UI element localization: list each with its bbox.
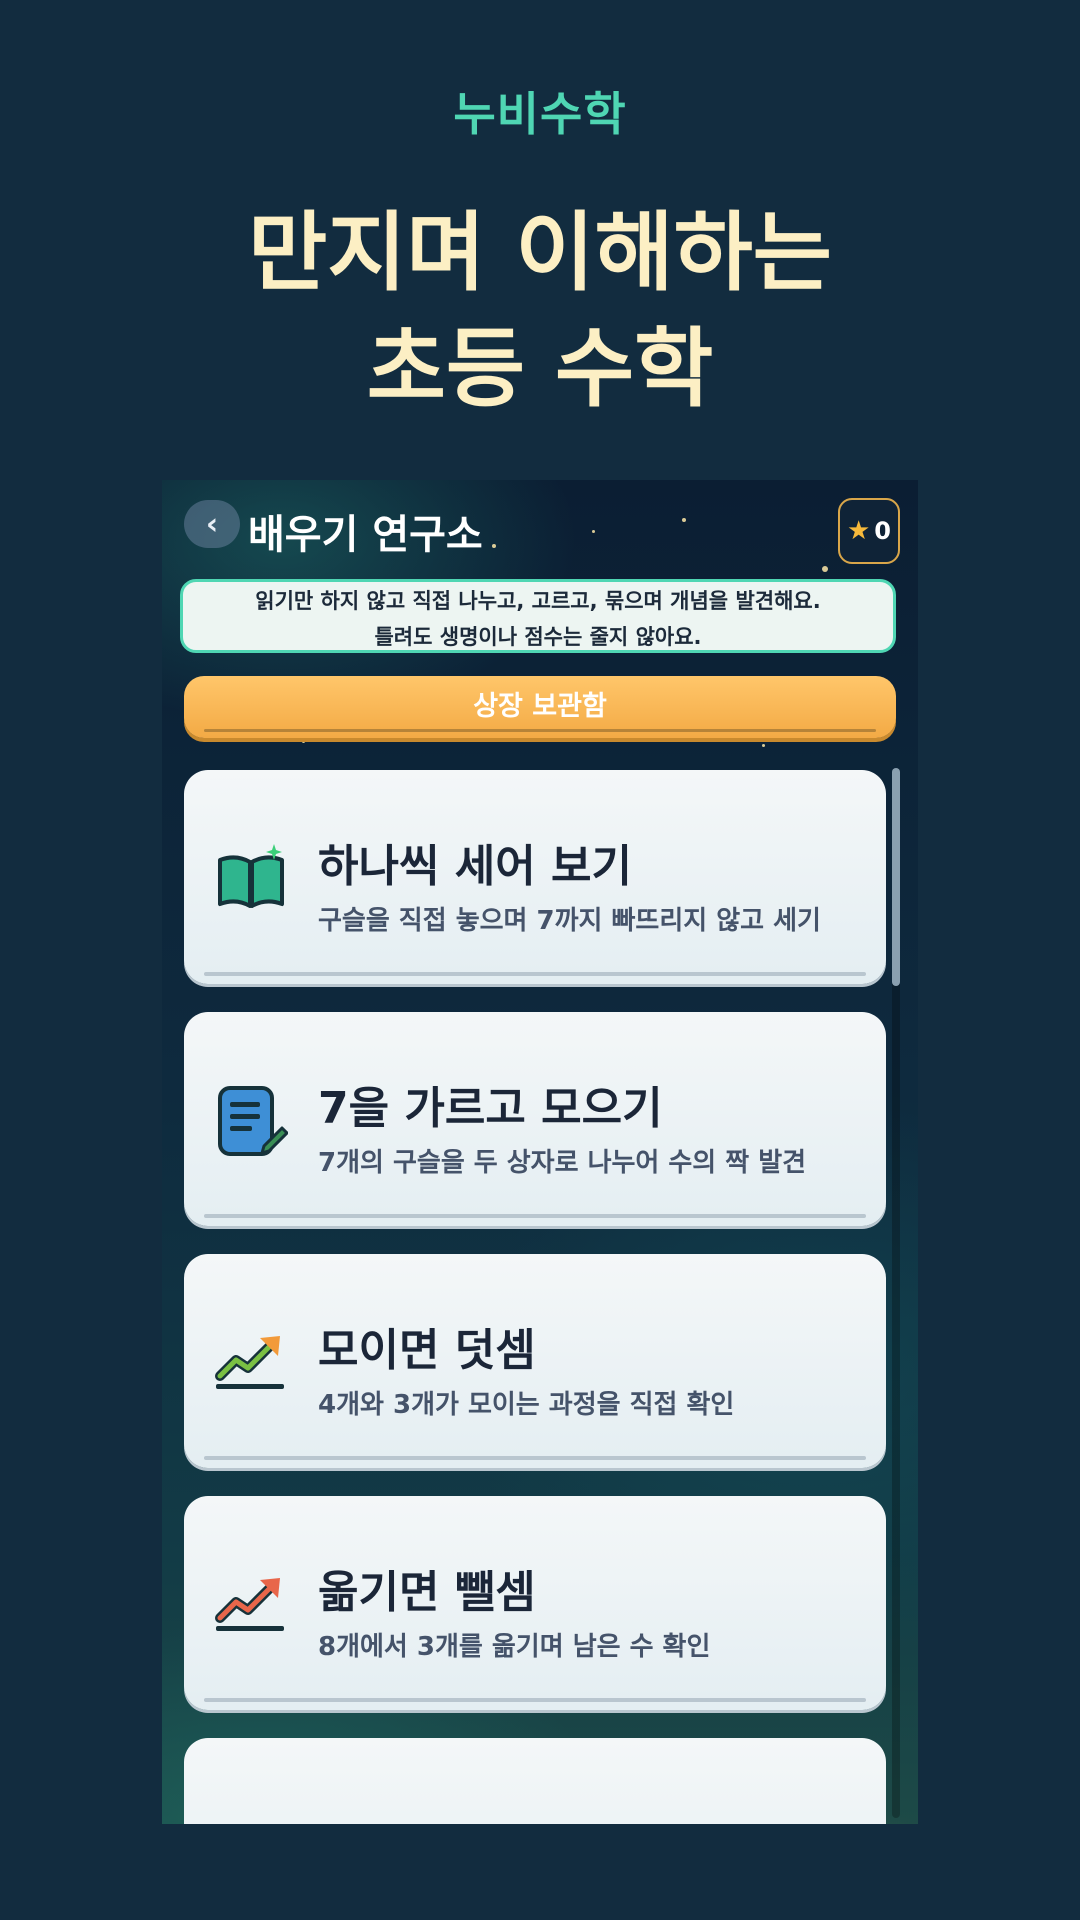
lesson-card[interactable]: 7을 가르고 모으기 7개의 구슬을 두 상자로 나누어 수의 짝 발견: [184, 1012, 886, 1226]
lesson-title: 하나씩 세어 보기: [318, 841, 632, 892]
lesson-title: 모이면 덧셈: [318, 1325, 536, 1376]
lesson-subtitle: 4개와 3개가 모이는 과정을 직접 확인: [318, 1390, 735, 1420]
chevron-left-icon: ‹: [205, 506, 219, 542]
lesson-card[interactable]: 옮기면 뺄셈 8개에서 3개를 옮기며 남은 수 확인: [184, 1496, 886, 1710]
reward-box-button[interactable]: 상장 보관함: [184, 676, 896, 738]
trend-up-icon: [215, 1336, 284, 1389]
headline-line-2: 초등 수학: [366, 319, 714, 419]
screen-title: 배우기 연구소: [248, 512, 483, 558]
lesson-card[interactable]: 모이면 덧셈 4개와 3개가 모이는 과정을 직접 확인: [184, 1254, 886, 1468]
star-icon: ★: [846, 516, 871, 546]
lesson-subtitle: 구슬을 직접 놓으며 7까지 빠뜨리지 않고 세기: [318, 906, 821, 936]
scroll-thumb[interactable]: [892, 768, 900, 986]
lesson-title: 옮기면 뺄셈: [318, 1567, 536, 1618]
trend-up-icon: [215, 1578, 284, 1631]
brand-title: 누비수학: [453, 87, 627, 141]
star-counter[interactable]: ★ 0: [838, 498, 900, 564]
lesson-subtitle: 7개의 구슬을 두 상자로 나누어 수의 짝 발견: [318, 1148, 807, 1178]
app-screenshot: ‹ 배우기 연구소 ★ 0 읽기만 하지 않고 직접 나누고, 고르고, 묶으며…: [162, 480, 918, 1824]
top-bar: ‹ 배우기 연구소 ★ 0: [162, 480, 918, 580]
background-star: [762, 744, 765, 747]
scrollbar[interactable]: [892, 768, 900, 1818]
lesson-subtitle: 8개에서 3개를 옮기며 남은 수 확인: [318, 1632, 711, 1662]
lesson-card[interactable]: 하나씩 세어 보기 구슬을 직접 놓으며 7까지 빠뜨리지 않고 세기: [184, 770, 886, 984]
background-star: [302, 740, 305, 743]
notice-line-1: 읽기만 하지 않고 직접 나누고, 고르고, 묶으며 개념을 발견해요.: [255, 589, 821, 613]
notice-line-2: 틀려도 생명이나 점수는 줄지 않아요.: [374, 625, 702, 649]
note-pencil-icon: [218, 1086, 288, 1156]
info-notice: 읽기만 하지 않고 직접 나누고, 고르고, 묶으며 개념을 발견해요. 틀려도…: [180, 579, 896, 653]
star-count: 0: [874, 517, 891, 545]
headline-line-1: 만지며 이해하는: [248, 203, 832, 303]
open-book-icon: [218, 844, 284, 908]
back-button[interactable]: ‹: [184, 500, 240, 548]
lesson-title: 7을 가르고 모으기: [318, 1083, 663, 1134]
lesson-card-partial[interactable]: [184, 1738, 886, 1824]
headline: 만지며 이해하는 초등 수학: [0, 195, 1080, 427]
